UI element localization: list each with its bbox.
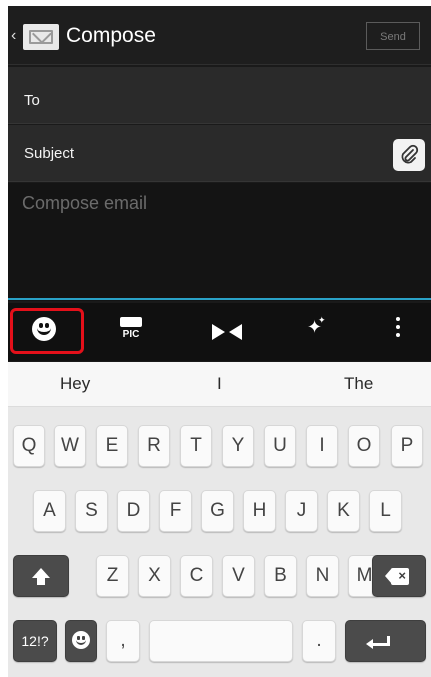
key-n[interactable]: N bbox=[306, 555, 339, 597]
compose-placeholder: Compose email bbox=[22, 193, 148, 213]
key-g[interactable]: G bbox=[201, 490, 234, 532]
delete-key[interactable]: × bbox=[372, 555, 426, 597]
emoji-button[interactable] bbox=[10, 303, 90, 361]
bow-button[interactable] bbox=[196, 303, 276, 361]
to-field[interactable]: To bbox=[8, 67, 431, 124]
emoji-icon bbox=[32, 317, 56, 341]
shift-icon bbox=[32, 568, 50, 585]
key-e[interactable]: E bbox=[96, 425, 128, 467]
key-b[interactable]: B bbox=[264, 555, 297, 597]
more-options-button[interactable] bbox=[363, 303, 431, 361]
soft-keyboard: Hey I The Q W E R T Y U I O P A S D F G … bbox=[8, 362, 431, 677]
key-k[interactable]: K bbox=[327, 490, 360, 532]
key-h[interactable]: H bbox=[243, 490, 276, 532]
backspace-icon: × bbox=[385, 568, 409, 585]
key-p[interactable]: P bbox=[391, 425, 423, 467]
key-s[interactable]: S bbox=[75, 490, 108, 532]
emoji-key[interactable] bbox=[65, 620, 97, 662]
compose-body-input[interactable]: Compose email bbox=[8, 183, 431, 301]
page-title: Compose bbox=[66, 24, 156, 47]
symbols-key[interactable]: 12!? bbox=[13, 620, 57, 662]
email-app-icon[interactable] bbox=[23, 24, 59, 50]
key-v[interactable]: V bbox=[222, 555, 255, 597]
deco-pic-icon: PIC bbox=[120, 317, 142, 345]
key-x[interactable]: X bbox=[138, 555, 171, 597]
deco-pic-button[interactable]: PIC bbox=[104, 303, 184, 361]
to-label: To bbox=[24, 92, 40, 109]
subject-label: Subject bbox=[24, 145, 75, 162]
enter-icon bbox=[366, 636, 390, 649]
sparkle-button[interactable]: ✦ ✦ bbox=[288, 303, 368, 361]
attach-button[interactable] bbox=[393, 139, 425, 171]
more-vert-icon bbox=[396, 317, 401, 341]
bow-icon bbox=[212, 324, 242, 340]
key-y[interactable]: Y bbox=[222, 425, 254, 467]
input-toolbar: PIC ✦ ✦ bbox=[8, 303, 431, 361]
period-key[interactable]: . bbox=[302, 620, 336, 662]
pic-label: PIC bbox=[122, 329, 140, 340]
compose-screen: ‹ Compose Send To Subject Compose email … bbox=[8, 6, 431, 677]
space-key[interactable] bbox=[149, 620, 293, 662]
key-d[interactable]: D bbox=[117, 490, 150, 532]
key-a[interactable]: A bbox=[33, 490, 66, 532]
subject-field[interactable]: Subject bbox=[8, 125, 431, 182]
key-u[interactable]: U bbox=[264, 425, 296, 467]
key-q[interactable]: Q bbox=[13, 425, 45, 467]
key-w[interactable]: W bbox=[54, 425, 86, 467]
emoji-small-icon bbox=[72, 631, 90, 649]
chevron-left-icon[interactable]: ‹ bbox=[11, 28, 16, 44]
focus-underline bbox=[8, 298, 431, 300]
key-l[interactable]: L bbox=[369, 490, 402, 532]
suggestion-item[interactable]: Hey bbox=[60, 374, 90, 394]
paperclip-icon bbox=[401, 144, 419, 164]
suggestion-bar: Hey I The bbox=[8, 362, 431, 407]
key-t[interactable]: T bbox=[180, 425, 212, 467]
send-button[interactable]: Send bbox=[366, 22, 420, 50]
key-r[interactable]: R bbox=[138, 425, 170, 467]
key-z[interactable]: Z bbox=[96, 555, 129, 597]
key-c[interactable]: C bbox=[180, 555, 213, 597]
key-j[interactable]: J bbox=[285, 490, 318, 532]
suggestion-item[interactable]: The bbox=[344, 374, 373, 394]
shift-key[interactable] bbox=[13, 555, 69, 597]
suggestion-item[interactable]: I bbox=[217, 374, 222, 394]
enter-key[interactable] bbox=[345, 620, 426, 662]
action-bar: ‹ Compose Send bbox=[8, 6, 431, 65]
key-i[interactable]: I bbox=[306, 425, 338, 467]
key-o[interactable]: O bbox=[348, 425, 380, 467]
comma-key[interactable]: , bbox=[106, 620, 140, 662]
sparkle-small-icon: ✦ bbox=[318, 315, 326, 325]
key-f[interactable]: F bbox=[159, 490, 192, 532]
